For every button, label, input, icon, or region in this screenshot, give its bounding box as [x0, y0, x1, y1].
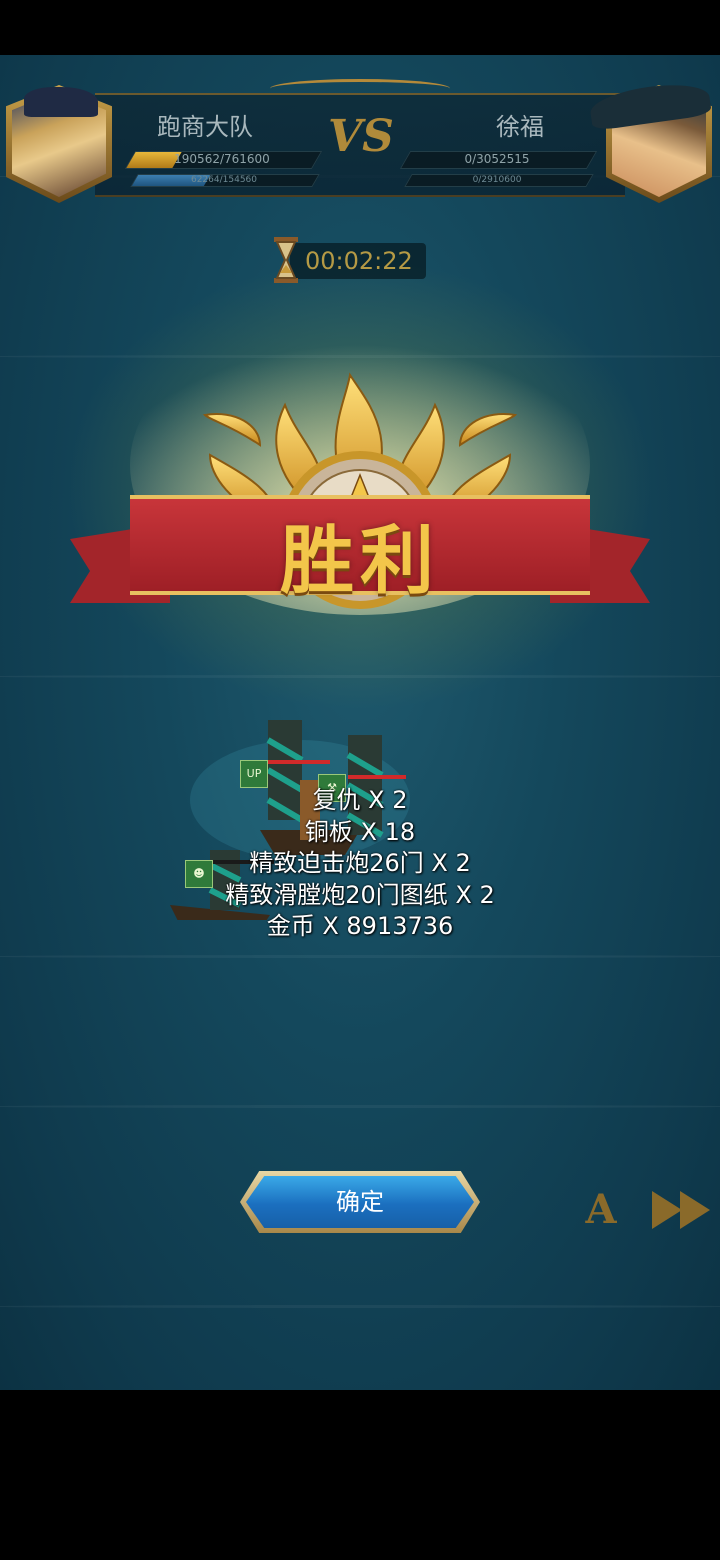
auto-battle-button[interactable]: A: [583, 1188, 619, 1232]
battle-hud: 跑商大队 VS 徐福 190562/761600 62264/154560 0/…: [0, 78, 720, 283]
confirm-button[interactable]: 确定: [240, 1171, 480, 1233]
player-hp-text: 190562/761600: [174, 152, 270, 166]
reward-item: 金币 X 8913736: [266, 912, 454, 940]
enemy-hp-text: 0/3052515: [464, 152, 530, 166]
victory-title: 胜利: [280, 518, 440, 604]
hourglass-icon: [274, 237, 298, 283]
reward-item: 复仇 X 2: [312, 786, 408, 814]
confirm-button-label: 确定: [336, 1188, 384, 1216]
enemy-sub-text: 0/2910600: [472, 175, 522, 185]
battle-scene: 跑商大队 VS 徐福 190562/761600 62264/154560 0/…: [0, 55, 720, 1390]
player-hat: [24, 87, 98, 117]
reward-item: 精致滑膛炮20门图纸 X 2: [225, 880, 495, 909]
hud-ornament: [270, 79, 450, 98]
ship-hp-bar: [268, 760, 330, 764]
enemy-name: 徐福: [496, 113, 544, 141]
player-sub-text: 62264/154560: [190, 175, 258, 185]
reward-list: 复仇 X 2 铜板 X 18 精致迫击炮26门 X 2 精致滑膛炮20门图纸 X…: [0, 785, 720, 943]
vs-label: VS: [328, 111, 394, 162]
buff-up-icon: UP: [240, 760, 268, 788]
victory-emblem: 胜利: [60, 315, 660, 615]
player-name: 跑商大队: [157, 113, 253, 141]
timer-text: 00:02:22: [305, 247, 413, 275]
reward-item: 铜板 X 18: [304, 817, 416, 846]
reward-item: 精致迫击炮26门 X 2: [249, 849, 471, 877]
fast-forward-icon[interactable]: [648, 1191, 712, 1231]
ship-hp-bar: [348, 775, 406, 779]
